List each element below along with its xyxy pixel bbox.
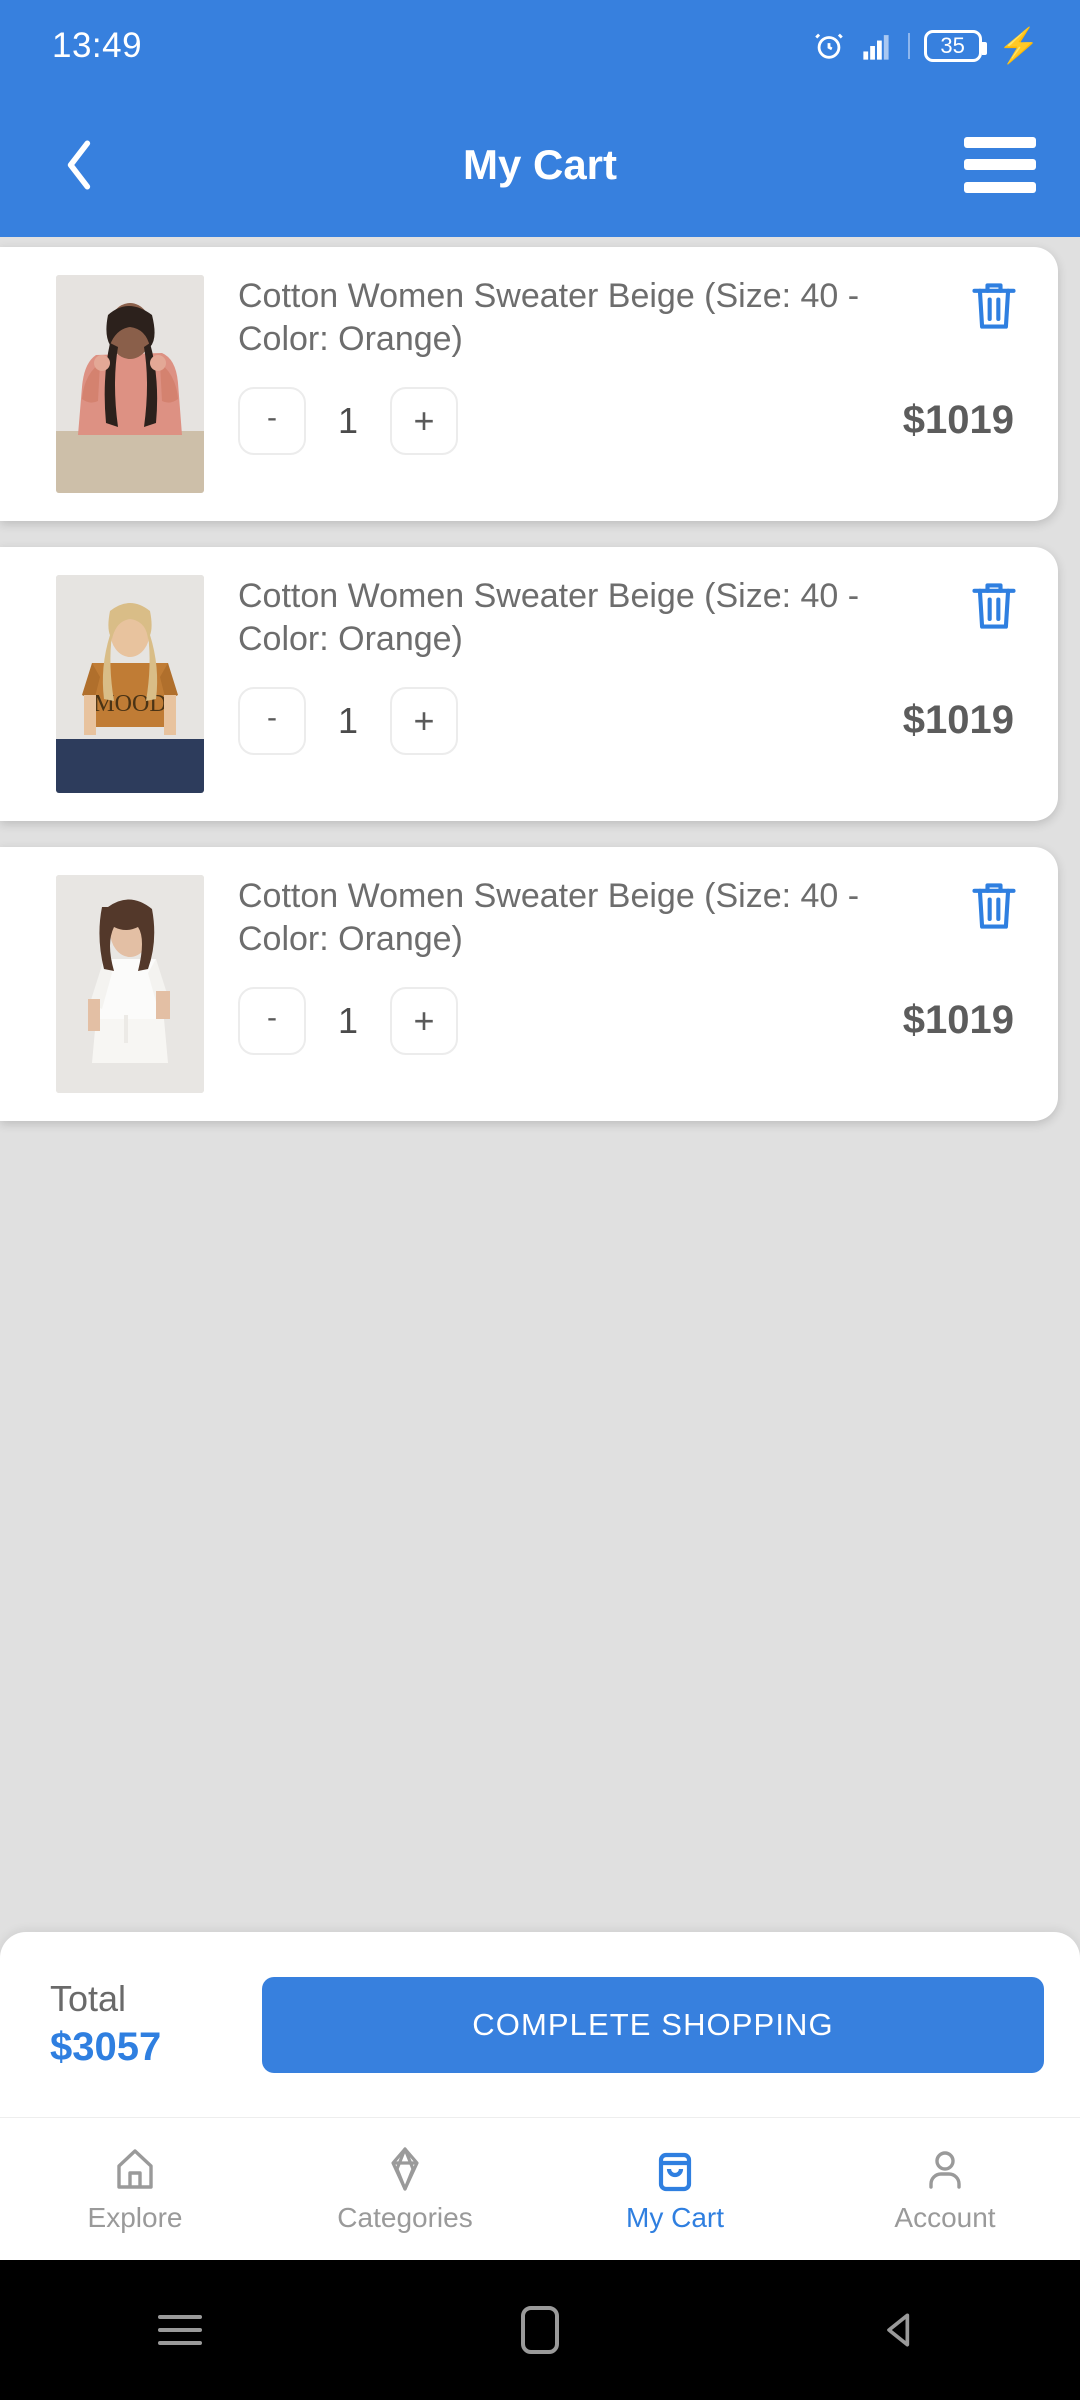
nav-item-account[interactable]: Account <box>810 2118 1080 2260</box>
cart-item-row[interactable]: Cotton Women Sweater Beige (Size: 40 - C… <box>0 247 1058 521</box>
delete-item-button[interactable] <box>968 277 1024 337</box>
phone-screen: 13:49 35 ⚡ My Cart Cotton Women Sweater … <box>0 0 1080 2400</box>
system-home-button[interactable] <box>360 2306 720 2354</box>
quantity-value: 1 <box>337 399 359 441</box>
hamburger-menu-icon[interactable] <box>964 136 1036 193</box>
trash-icon <box>972 883 1016 929</box>
cart-item-row[interactable]: MOOD Cotton Women Sweater Beige (Size: 4… <box>0 547 1058 821</box>
trash-icon <box>972 283 1016 329</box>
nav-label-my-cart: My Cart <box>626 2201 724 2233</box>
home-icon <box>117 2148 153 2189</box>
item-price: $1019 <box>902 998 1014 1043</box>
nav-item-explore[interactable]: Explore <box>0 2118 270 2260</box>
alarm-icon <box>814 33 843 59</box>
categories-icon <box>391 2146 419 2191</box>
delete-item-button[interactable] <box>968 877 1024 937</box>
total-block: Total $3057 <box>50 1976 250 2073</box>
cart-item-title-row: Cotton Women Sweater Beige (Size: 40 - C… <box>238 575 1024 661</box>
product-thumbnail[interactable] <box>56 275 204 493</box>
system-recents-button[interactable] <box>0 2315 360 2345</box>
cart-item-title-row: Cotton Women Sweater Beige (Size: 40 - C… <box>238 275 1024 361</box>
cart-item-body: Cotton Women Sweater Beige (Size: 40 - C… <box>238 275 1024 493</box>
status-clock: 13:49 <box>52 26 143 65</box>
cart-item-body: Cotton Women Sweater Beige (Size: 40 - C… <box>238 575 1024 793</box>
nav-label-account: Account <box>894 2201 996 2233</box>
product-title: Cotton Women Sweater Beige (Size: 40 - C… <box>238 277 860 358</box>
product-title: Cotton Women Sweater Beige (Size: 40 - C… <box>238 577 860 658</box>
increase-quantity-button[interactable]: + <box>390 386 458 455</box>
trash-icon <box>972 583 1016 629</box>
cart-item-row[interactable]: Cotton Women Sweater Beige (Size: 40 - C… <box>0 847 1058 1121</box>
status-bar: 13:49 35 ⚡ <box>0 0 1080 92</box>
shopping-bag-icon <box>658 2152 692 2191</box>
back-button[interactable] <box>44 130 114 200</box>
decrease-quantity-button[interactable]: - <box>238 986 306 1055</box>
product-thumbnail[interactable] <box>56 875 204 1093</box>
delete-item-button[interactable] <box>968 577 1024 637</box>
quantity-value: 1 <box>337 999 359 1041</box>
person-icon <box>929 2150 961 2189</box>
back-triangle-icon <box>887 2313 910 2347</box>
cart-item-list: Cotton Women Sweater Beige (Size: 40 - C… <box>0 237 1080 1121</box>
item-price: $1019 <box>902 398 1014 443</box>
product-thumbnail[interactable]: MOOD <box>56 575 204 793</box>
battery-icon: 35 <box>923 30 987 62</box>
decrease-quantity-button[interactable]: - <box>238 386 306 455</box>
quantity-value: 1 <box>337 699 359 741</box>
recents-icon <box>158 2315 202 2345</box>
home-square-icon <box>521 2306 559 2354</box>
battery-level-text: 35 <box>940 33 965 58</box>
page-title: My Cart <box>462 140 618 188</box>
nav-item-categories[interactable]: Categories <box>270 2118 540 2260</box>
decrease-quantity-button[interactable]: - <box>238 686 306 755</box>
system-navigation-bar <box>0 2260 1080 2400</box>
cart-summary-bar: Total $3057 COMPLETE SHOPPING <box>0 1932 1080 2117</box>
quantity-row: - 1 + $1019 <box>238 686 1024 755</box>
total-label: Total <box>50 1978 127 2019</box>
increase-quantity-button[interactable]: + <box>390 986 458 1055</box>
status-divider <box>907 33 910 59</box>
status-icon-group: 35 ⚡ <box>812 29 1040 63</box>
complete-shopping-button[interactable]: COMPLETE SHOPPING <box>262 1976 1044 2073</box>
nav-label-categories: Categories <box>337 2201 473 2233</box>
system-back-button[interactable] <box>720 2308 1080 2352</box>
cart-item-body: Cotton Women Sweater Beige (Size: 40 - C… <box>238 875 1024 1093</box>
quantity-row: - 1 + $1019 <box>238 386 1024 455</box>
charging-bolt-icon: ⚡ <box>997 27 1040 65</box>
app-bar: My Cart <box>0 92 1080 237</box>
nav-label-explore: Explore <box>87 2201 183 2233</box>
item-price: $1019 <box>902 698 1014 743</box>
nav-item-my-cart[interactable]: My Cart <box>540 2118 810 2260</box>
increase-quantity-button[interactable]: + <box>390 686 458 755</box>
signal-icon <box>863 35 889 60</box>
total-value: $3057 <box>50 2025 162 2069</box>
cart-item-title-row: Cotton Women Sweater Beige (Size: 40 - C… <box>238 875 1024 961</box>
product-title: Cotton Women Sweater Beige (Size: 40 - C… <box>238 877 860 958</box>
bottom-navigation-bar: Explore Categories My Cart Account <box>0 2117 1080 2260</box>
chevron-left-icon <box>67 140 91 190</box>
quantity-row: - 1 + $1019 <box>238 986 1024 1055</box>
